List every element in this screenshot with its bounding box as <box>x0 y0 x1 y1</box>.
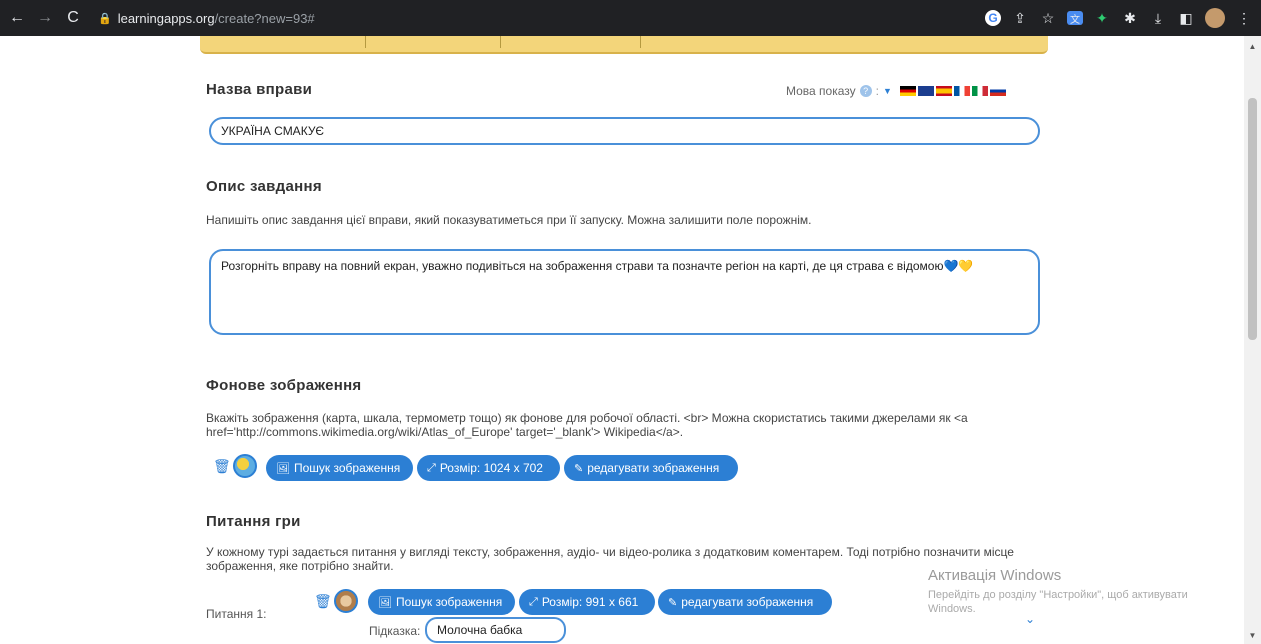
profile-avatar[interactable] <box>1205 8 1225 28</box>
task-description-hint: Напишіть опис завдання цієї вправи, який… <box>206 213 812 227</box>
display-language-label: Мова показу <box>786 84 856 98</box>
side-panel-icon[interactable]: ◧ <box>1177 9 1195 27</box>
flag-fr-icon[interactable] <box>953 86 970 96</box>
question1-edit-image-button[interactable]: ✎ редагувати зображення <box>658 589 832 615</box>
question1-search-image-button[interactable]: 🖼 Пошук зображення <box>368 589 515 615</box>
background-edit-image-button[interactable]: ✎ редагувати зображення <box>564 455 738 481</box>
back-icon[interactable]: ← <box>6 9 28 27</box>
scroll-up-icon[interactable]: ▲ <box>1244 42 1261 51</box>
extension-icon[interactable]: ✦ <box>1093 9 1111 27</box>
scroll-thumb[interactable] <box>1248 98 1257 340</box>
question1-size-button[interactable]: ⤢ Розмір: 991 x 661 <box>519 589 655 615</box>
chevron-down-icon[interactable]: ⌄ <box>1025 612 1035 626</box>
resize-icon: ⤢ <box>427 461 436 474</box>
game-questions-hint: У кожному турі задається питання у вигля… <box>206 545 1014 573</box>
url-host: learningapps.org <box>117 10 215 26</box>
flag-es-icon[interactable] <box>935 86 952 96</box>
translate-extension-icon[interactable]: 文 <box>1067 11 1083 26</box>
resize-icon: ⤢ <box>529 595 538 608</box>
address-bar[interactable]: 🔒 learningapps.org/create?new=93# <box>98 11 315 26</box>
image-icon: 🖼 <box>378 596 392 609</box>
trash-icon[interactable]: 🗑 <box>314 593 332 610</box>
question1-label: Питання 1: <box>206 607 267 621</box>
language-dropdown-icon[interactable]: ▼ <box>883 86 892 96</box>
exercise-name-input[interactable]: УКРАЇНА СМАКУЄ <box>209 117 1040 145</box>
lock-icon: 🔒 <box>98 12 112 25</box>
edit-icon: ✎ <box>668 596 678 609</box>
menu-icon[interactable]: ⋮ <box>1235 9 1253 27</box>
background-image-hint: Вкажіть зображення (карта, шкала, термом… <box>206 411 968 439</box>
game-questions-heading: Питання гри <box>206 513 301 530</box>
task-description-textarea[interactable]: Розгорніть вправу на повний екран, уважн… <box>209 249 1040 335</box>
background-search-label: Пошук зображення <box>293 461 401 475</box>
question1-hint-input[interactable]: Молочна бабка <box>425 617 566 643</box>
share-icon[interactable]: ⇪ <box>1011 9 1029 27</box>
background-image-thumbnail[interactable] <box>233 454 257 478</box>
question1-hint-label: Підказка: <box>369 624 421 638</box>
flag-it-icon[interactable] <box>971 86 988 96</box>
image-icon: 🖼 <box>276 462 290 475</box>
windows-activation-watermark: Активація Windows Перейдіть до розділу "… <box>928 567 1228 616</box>
download-icon[interactable]: ⤓ <box>1149 9 1167 27</box>
forward-icon[interactable]: → <box>34 9 56 27</box>
background-size-button[interactable]: ⤢ Розмір: 1024 x 702 <box>417 455 560 481</box>
question1-image-thumbnail[interactable] <box>334 589 358 613</box>
background-size-label: Розмір: 1024 x 702 <box>439 461 543 475</box>
browser-toolbar: ← → C 🔒 learningapps.org/create?new=93# … <box>0 0 1261 36</box>
flag-de-icon[interactable] <box>899 86 916 96</box>
bookmark-star-icon[interactable]: ☆ <box>1039 9 1057 27</box>
edit-icon: ✎ <box>574 462 584 475</box>
background-search-image-button[interactable]: 🖼 Пошук зображення <box>266 455 413 481</box>
page-scrollbar[interactable]: ▲ ▼ <box>1244 36 1261 644</box>
google-icon[interactable]: G <box>985 10 1001 26</box>
question1-search-label: Пошук зображення <box>395 595 503 609</box>
url-path: /create?new=93# <box>214 10 315 26</box>
background-image-heading: Фонове зображення <box>206 377 362 394</box>
extensions-puzzle-icon[interactable]: ✱ <box>1121 9 1139 27</box>
question1-size-label: Розмір: 991 x 661 <box>541 595 639 609</box>
help-icon[interactable]: ? <box>859 85 872 97</box>
reload-icon[interactable]: C <box>62 9 84 27</box>
trash-icon[interactable]: 🗑 <box>213 458 231 475</box>
exercise-name-heading: Назва вправи <box>206 81 313 98</box>
editor-top-toolbar <box>200 36 1048 54</box>
display-language: Мова показу ? : ▼ <box>786 84 1006 98</box>
question1-edit-label: редагувати зображення <box>681 595 814 609</box>
flag-ru-icon[interactable] <box>989 86 1006 96</box>
flag-uk-icon[interactable] <box>917 86 934 96</box>
task-description-heading: Опис завдання <box>206 178 322 195</box>
watermark-text: Перейдіть до розділу "Настройки", щоб ак… <box>928 589 1188 615</box>
watermark-title: Активація Windows <box>928 567 1062 584</box>
background-edit-label: редагувати зображення <box>587 461 720 475</box>
scroll-down-icon[interactable]: ▼ <box>1244 631 1261 640</box>
